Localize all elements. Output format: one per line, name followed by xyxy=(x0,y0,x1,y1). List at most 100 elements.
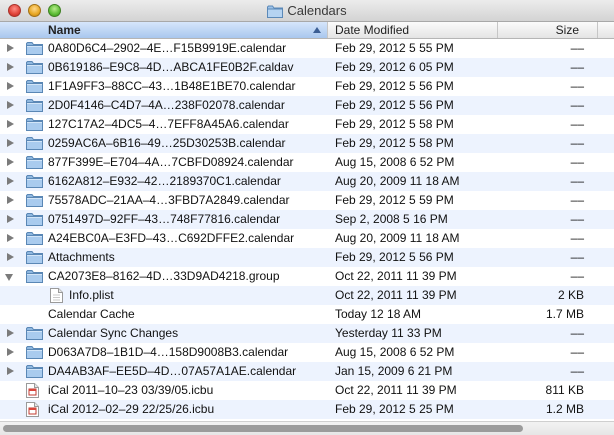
disclosure-triangle-collapsed-icon[interactable] xyxy=(7,63,14,71)
folder-row[interactable]: 6162A812–E932–42…2189370C1.calendar Aug 2… xyxy=(0,172,614,191)
row-name: 877F399E–E704–4A…7CBFD08924.calendar xyxy=(48,155,294,169)
folder-row[interactable]: Calendar Sync Changes Yesterday 11 33 PM –… xyxy=(0,324,614,343)
row-date-modified: Aug 20, 2009 11 18 AM xyxy=(335,174,460,188)
folder-row[interactable]: 0259AC6A–6B16–49…25D30253B.calendar Feb 2… xyxy=(0,134,614,153)
row-name: Calendar Cache xyxy=(48,307,135,321)
folder-icon xyxy=(26,136,43,153)
folder-row[interactable]: 0751497D–92FF–43…748F77816.calendar Sep 2… xyxy=(0,210,614,229)
row-size: –– xyxy=(570,174,584,188)
file-row[interactable]: Info.plist Oct 22, 2011 11 39 PM 2 KB xyxy=(0,286,614,305)
disclosure-triangle-collapsed-icon[interactable] xyxy=(7,215,14,223)
row-date-modified: Jan 15, 2009 6 21 PM xyxy=(335,364,453,378)
folder-icon xyxy=(26,345,43,362)
row-date-modified: Feb 29, 2012 5 55 PM xyxy=(335,41,454,55)
folder-icon xyxy=(26,41,43,58)
row-name: DA4AB3AF–EE5D–4D…07A57A1AE.calendar xyxy=(48,364,297,378)
row-name: 75578ADC–21AA–4…3FBD7A2849.calendar xyxy=(48,193,290,207)
row-size: –– xyxy=(570,117,584,131)
disclosure-triangle-collapsed-icon[interactable] xyxy=(7,196,14,204)
row-name: iCal 2012–02–29 22/25/26.icbu xyxy=(48,402,215,416)
row-size: –– xyxy=(570,231,584,245)
column-header-name-label: Name xyxy=(48,23,81,37)
folder-row[interactable]: 75578ADC–21AA–4…3FBD7A2849.calendar Feb 2… xyxy=(0,191,614,210)
file-list[interactable]: 0A80D6C4–2902–4E…F15B9919E.calendar Feb 2… xyxy=(0,39,614,419)
row-date-modified: Yesterday 11 33 PM xyxy=(335,326,442,340)
disclosure-triangle-collapsed-icon[interactable] xyxy=(7,177,14,185)
disclosure-triangle-collapsed-icon[interactable] xyxy=(7,367,14,375)
row-size: 811 KB xyxy=(545,383,584,397)
file-row[interactable]: iCal 2011–10–23 03/39/05.icbu Oct 22, 201… xyxy=(0,381,614,400)
row-name: 1F1A9FF3–88CC–43…1B48E1BE70.calendar xyxy=(48,79,296,93)
column-header-size-label: Size xyxy=(555,23,579,37)
row-size: –– xyxy=(570,250,584,264)
row-name: 0259AC6A–6B16–49…25D30253B.calendar xyxy=(48,136,286,150)
row-size: –– xyxy=(570,212,584,226)
row-name: Attachments xyxy=(48,250,115,264)
disclosure-triangle-collapsed-icon[interactable] xyxy=(7,139,14,147)
column-header-name[interactable]: Name xyxy=(0,22,328,38)
column-header-overflow[interactable] xyxy=(598,22,614,38)
column-header-size[interactable]: Size xyxy=(498,22,598,38)
folder-icon xyxy=(26,326,43,343)
disclosure-triangle-collapsed-icon[interactable] xyxy=(7,348,14,356)
column-header-bar: Name Date Modified Size xyxy=(0,22,614,39)
folder-row[interactable]: 0B619186–E9C8–4D…ABCA1FE0B2F.caldav Feb 2… xyxy=(0,58,614,77)
folder-icon xyxy=(267,5,284,18)
folder-row[interactable]: 877F399E–E704–4A…7CBFD08924.calendar Aug … xyxy=(0,153,614,172)
ical-backup-icon xyxy=(26,383,39,401)
row-size: –– xyxy=(570,98,584,112)
folder-icon xyxy=(26,174,43,191)
folder-icon xyxy=(26,79,43,96)
folder-row[interactable]: CA2073E8–8162–4D…33D9AD4218.group Oct 22,… xyxy=(0,267,614,286)
folder-row[interactable]: A24EBC0A–E3FD–43…C692DFFE2.calendar Aug 2… xyxy=(0,229,614,248)
row-size: –– xyxy=(570,79,584,93)
folder-row[interactable]: 1F1A9FF3–88CC–43…1B48E1BE70.calendar Feb … xyxy=(0,77,614,96)
row-date-modified: Feb 29, 2012 6 05 PM xyxy=(335,60,454,74)
title-bar[interactable]: Calendars xyxy=(0,0,614,22)
disclosure-triangle-collapsed-icon[interactable] xyxy=(7,329,14,337)
file-row[interactable]: iCal 2012–02–29 22/25/26.icbu Feb 29, 201… xyxy=(0,400,614,419)
folder-row[interactable]: D063A7D8–1B1D–4…158D9008B3.calendar Aug 1… xyxy=(0,343,614,362)
file-row[interactable]: Calendar Cache Today 12 18 AM 1.7 MB xyxy=(0,305,614,324)
disclosure-triangle-collapsed-icon[interactable] xyxy=(7,101,14,109)
row-size: –– xyxy=(570,60,584,74)
row-name: 2D0F4146–C4D7–4A…238F02078.calendar xyxy=(48,98,285,112)
disclosure-triangle-expanded-icon[interactable] xyxy=(5,274,13,281)
row-name: 0751497D–92FF–43…748F77816.calendar xyxy=(48,212,281,226)
row-date-modified: Sep 2, 2008 5 16 PM xyxy=(335,212,448,226)
folder-row[interactable]: Attachments Feb 29, 2012 5 56 PM –– xyxy=(0,248,614,267)
row-size: –– xyxy=(570,345,584,359)
horizontal-scrollbar-thumb[interactable] xyxy=(3,425,523,432)
window-title-group: Calendars xyxy=(0,0,614,22)
row-date-modified: Feb 29, 2012 5 56 PM xyxy=(335,79,454,93)
disclosure-triangle-collapsed-icon[interactable] xyxy=(7,234,14,242)
finder-window: Calendars Name Date Modified Size 0A80D6… xyxy=(0,0,614,435)
folder-row[interactable]: DA4AB3AF–EE5D–4D…07A57A1AE.calendar Jan 1… xyxy=(0,362,614,381)
row-size: 1.7 MB xyxy=(545,307,584,321)
folder-row[interactable]: 2D0F4146–C4D7–4A…238F02078.calendar Feb 2… xyxy=(0,96,614,115)
row-name: A24EBC0A–E3FD–43…C692DFFE2.calendar xyxy=(48,231,295,245)
column-header-date-label: Date Modified xyxy=(335,23,410,37)
disclosure-triangle-collapsed-icon[interactable] xyxy=(7,158,14,166)
disclosure-triangle-collapsed-icon[interactable] xyxy=(7,120,14,128)
sort-ascending-icon xyxy=(313,27,321,33)
row-name: 6162A812–E932–42…2189370C1.calendar xyxy=(48,174,281,188)
row-name: iCal 2011–10–23 03/39/05.icbu xyxy=(48,383,214,397)
folder-icon xyxy=(26,212,43,229)
horizontal-scrollbar[interactable] xyxy=(0,421,614,435)
row-name: 127C17A2–4DC5–4…7EFF8A45A6.calendar xyxy=(48,117,289,131)
row-date-modified: Oct 22, 2011 11 39 PM xyxy=(335,383,457,397)
folder-icon xyxy=(26,98,43,115)
row-size: –– xyxy=(570,326,584,340)
disclosure-triangle-collapsed-icon[interactable] xyxy=(7,44,14,52)
disclosure-triangle-collapsed-icon[interactable] xyxy=(7,253,14,261)
row-date-modified: Aug 20, 2009 11 18 AM xyxy=(335,231,460,245)
row-size: –– xyxy=(570,41,584,55)
row-name: CA2073E8–8162–4D…33D9AD4218.group xyxy=(48,269,280,283)
row-name: Info.plist xyxy=(69,288,114,302)
disclosure-triangle-collapsed-icon[interactable] xyxy=(7,82,14,90)
folder-row[interactable]: 127C17A2–4DC5–4…7EFF8A45A6.calendar Feb 2… xyxy=(0,115,614,134)
folder-row[interactable]: 0A80D6C4–2902–4E…F15B9919E.calendar Feb 2… xyxy=(0,39,614,58)
row-date-modified: Feb 29, 2012 5 59 PM xyxy=(335,193,454,207)
column-header-date-modified[interactable]: Date Modified xyxy=(328,22,498,38)
